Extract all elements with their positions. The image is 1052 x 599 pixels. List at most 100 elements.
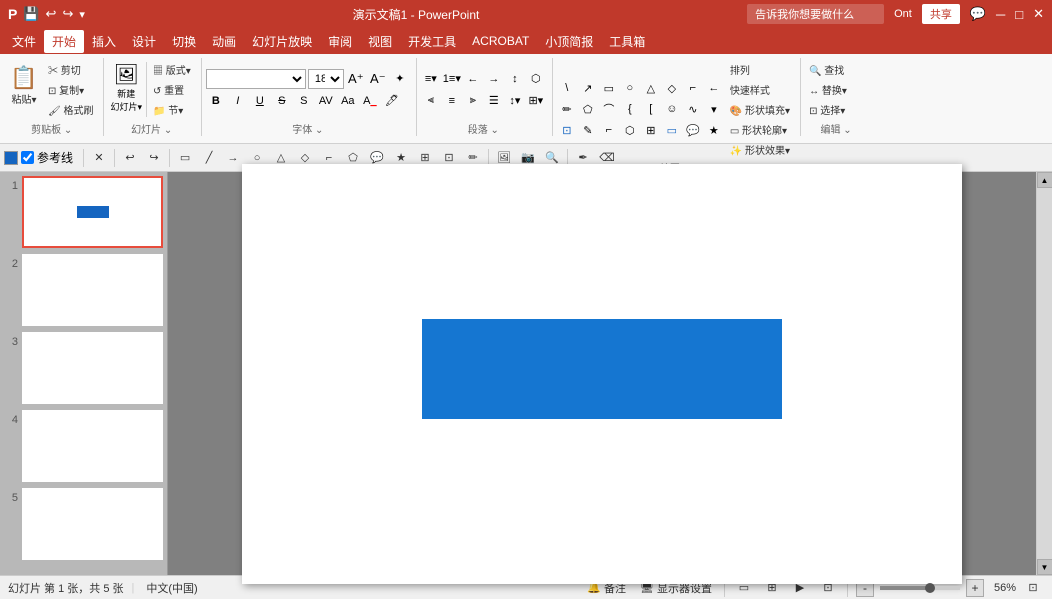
shape-3d[interactable]: ⬡ xyxy=(620,120,640,140)
font-name-select[interactable] xyxy=(206,69,306,89)
tb-arrow[interactable]: → xyxy=(222,147,244,169)
cut-button[interactable]: ✂ 剪切 xyxy=(44,61,97,79)
shape-pentagon[interactable]: ⬠ xyxy=(578,99,598,119)
shape-bracket[interactable]: [ xyxy=(641,99,661,119)
bold-btn[interactable]: B xyxy=(206,91,226,111)
slide-canvas[interactable] xyxy=(242,164,962,584)
arrange-btn[interactable]: 排列 xyxy=(726,60,794,78)
undo-toolbar-btn[interactable]: ↩ xyxy=(119,147,141,169)
layout-button[interactable]: ▦ 版式▾ xyxy=(149,61,195,79)
reference-line-checkbox[interactable] xyxy=(21,151,34,164)
shape-callout[interactable]: 💬 xyxy=(683,120,703,140)
shape-outline-btn[interactable]: ▭ 形状轮廓▾ xyxy=(726,120,794,138)
shape-fill[interactable]: ▭ xyxy=(662,120,682,140)
menu-developer[interactable]: 开发工具 xyxy=(400,30,464,53)
slide-image-2[interactable] xyxy=(22,254,163,326)
fit-slide-btn[interactable]: ⊡ xyxy=(1022,577,1044,599)
shape-curve[interactable]: ⌒ xyxy=(599,99,619,119)
scroll-down-btn[interactable]: ▼ xyxy=(1037,559,1052,575)
shape-line[interactable]: \ xyxy=(557,78,577,98)
quick-redo[interactable]: ↪ xyxy=(62,6,73,22)
zoom-in-btn[interactable]: + xyxy=(966,579,984,597)
language-btn[interactable]: 中文(中国) xyxy=(142,579,201,597)
change-case-btn[interactable]: Aa xyxy=(338,91,358,111)
menu-view[interactable]: 视图 xyxy=(360,30,400,53)
shape-rect[interactable]: ▭ xyxy=(599,78,619,98)
indent-less-btn[interactable]: ← xyxy=(463,69,483,89)
slide-image-5[interactable] xyxy=(22,488,163,560)
menu-transition[interactable]: 切换 xyxy=(164,30,204,53)
zoom-slider[interactable] xyxy=(880,586,960,590)
shape-select[interactable]: ⊡ xyxy=(557,120,577,140)
maximize-btn[interactable]: □ xyxy=(1015,7,1023,22)
copy-button[interactable]: ⊡ 复制▾ xyxy=(44,81,97,99)
format-painter-button[interactable]: 🖌 格式刷 xyxy=(44,101,97,119)
char-spacing-btn[interactable]: AV xyxy=(316,91,336,111)
underline-btn[interactable]: U xyxy=(250,91,270,111)
shape-freeform[interactable]: ✏ xyxy=(557,99,577,119)
slide-image-1[interactable] xyxy=(22,176,163,248)
menu-slideshow[interactable]: 幻灯片放映 xyxy=(244,30,320,53)
font-color-btn[interactable]: A_ xyxy=(360,91,380,111)
align-left-btn[interactable]: ⫷ xyxy=(421,91,441,111)
shape-textbox[interactable]: ⊞ xyxy=(641,120,661,140)
canvas-area[interactable] xyxy=(168,172,1036,575)
search-box[interactable]: 告诉我你想要做什么 xyxy=(747,4,884,24)
menu-file[interactable]: 文件 xyxy=(4,30,44,53)
quick-save[interactable]: 💾 xyxy=(23,6,39,22)
comment-btn[interactable]: 💬 xyxy=(970,6,986,22)
columns-btn[interactable]: ⊞▾ xyxy=(526,91,546,111)
menu-design[interactable]: 设计 xyxy=(124,30,164,53)
convert-smartart-btn[interactable]: ⬡ xyxy=(526,69,546,89)
shape-edit[interactable]: ✎ xyxy=(578,120,598,140)
shape-triangle[interactable]: △ xyxy=(641,78,661,98)
shape-larrow[interactable]: ← xyxy=(704,78,724,98)
right-scrollbar[interactable]: ▲ ▼ xyxy=(1036,172,1052,575)
reset-button[interactable]: ↺ 重置 xyxy=(149,81,195,99)
scroll-track[interactable] xyxy=(1037,188,1052,559)
slide-thumb-2[interactable]: 2 xyxy=(4,254,163,326)
clear-format-btn[interactable]: ✦ xyxy=(390,69,410,89)
select-btn[interactable]: ⊡ 选择▾ xyxy=(805,101,867,119)
menu-acrobat[interactable]: ACROBAT xyxy=(464,31,537,51)
close-toolbar-btn[interactable]: ✕ xyxy=(88,147,110,169)
align-center-btn[interactable]: ≡ xyxy=(442,91,462,111)
replace-btn[interactable]: ↔ 替换▾ xyxy=(805,81,867,99)
menu-home[interactable]: 开始 xyxy=(44,30,84,53)
menu-animation[interactable]: 动画 xyxy=(204,30,244,53)
text-direction-btn[interactable]: ↕ xyxy=(505,69,525,89)
shape-star[interactable]: ★ xyxy=(704,120,724,140)
redo-toolbar-btn[interactable]: ↪ xyxy=(143,147,165,169)
font-size-select[interactable]: 18 xyxy=(308,69,344,89)
close-btn[interactable]: ✕ xyxy=(1033,6,1044,22)
highlight-btn[interactable]: 🖊 xyxy=(382,91,402,111)
shapes-more[interactable]: ▾ xyxy=(704,99,724,119)
minimize-btn[interactable]: ─ xyxy=(996,7,1005,22)
shape-rangle[interactable]: ⌐ xyxy=(683,78,703,98)
paste-button[interactable]: 📋 粘贴▾ xyxy=(6,60,42,110)
blue-rectangle[interactable] xyxy=(422,319,782,419)
shadow-btn[interactable]: S xyxy=(294,91,314,111)
shape-wave[interactable]: ∿ xyxy=(683,99,703,119)
scroll-up-btn[interactable]: ▲ xyxy=(1037,172,1052,188)
menu-tools[interactable]: 工具箱 xyxy=(601,30,653,53)
shape-brace[interactable]: { xyxy=(620,99,640,119)
shape-diamond[interactable]: ◇ xyxy=(662,78,682,98)
find-btn[interactable]: 🔍 查找 xyxy=(805,61,867,79)
user-account[interactable]: Ont xyxy=(894,8,912,20)
quick-styles-btn[interactable]: 快速样式 xyxy=(726,80,794,98)
quick-access-more[interactable]: ▾ xyxy=(79,8,85,21)
strikethrough-btn[interactable]: S xyxy=(272,91,292,111)
shape-arrow[interactable]: ↗ xyxy=(578,78,598,98)
slide-thumb-3[interactable]: 3 xyxy=(4,332,163,404)
shape-effect-btn[interactable]: ✨ 形状效果▾ xyxy=(726,140,794,158)
share-button[interactable]: 共享 xyxy=(922,4,960,24)
shape-fill-btn[interactable]: 🎨 形状填充▾ xyxy=(726,100,794,118)
tb-rect[interactable]: ▭ xyxy=(174,147,196,169)
line-spacing-btn[interactable]: ↕▾ xyxy=(505,91,525,111)
tb-line[interactable]: ╱ xyxy=(198,147,220,169)
decrease-font-btn[interactable]: A⁻ xyxy=(368,69,388,89)
slide-image-3[interactable] xyxy=(22,332,163,404)
slide-thumb-4[interactable]: 4 xyxy=(4,410,163,482)
indent-more-btn[interactable]: → xyxy=(484,69,504,89)
